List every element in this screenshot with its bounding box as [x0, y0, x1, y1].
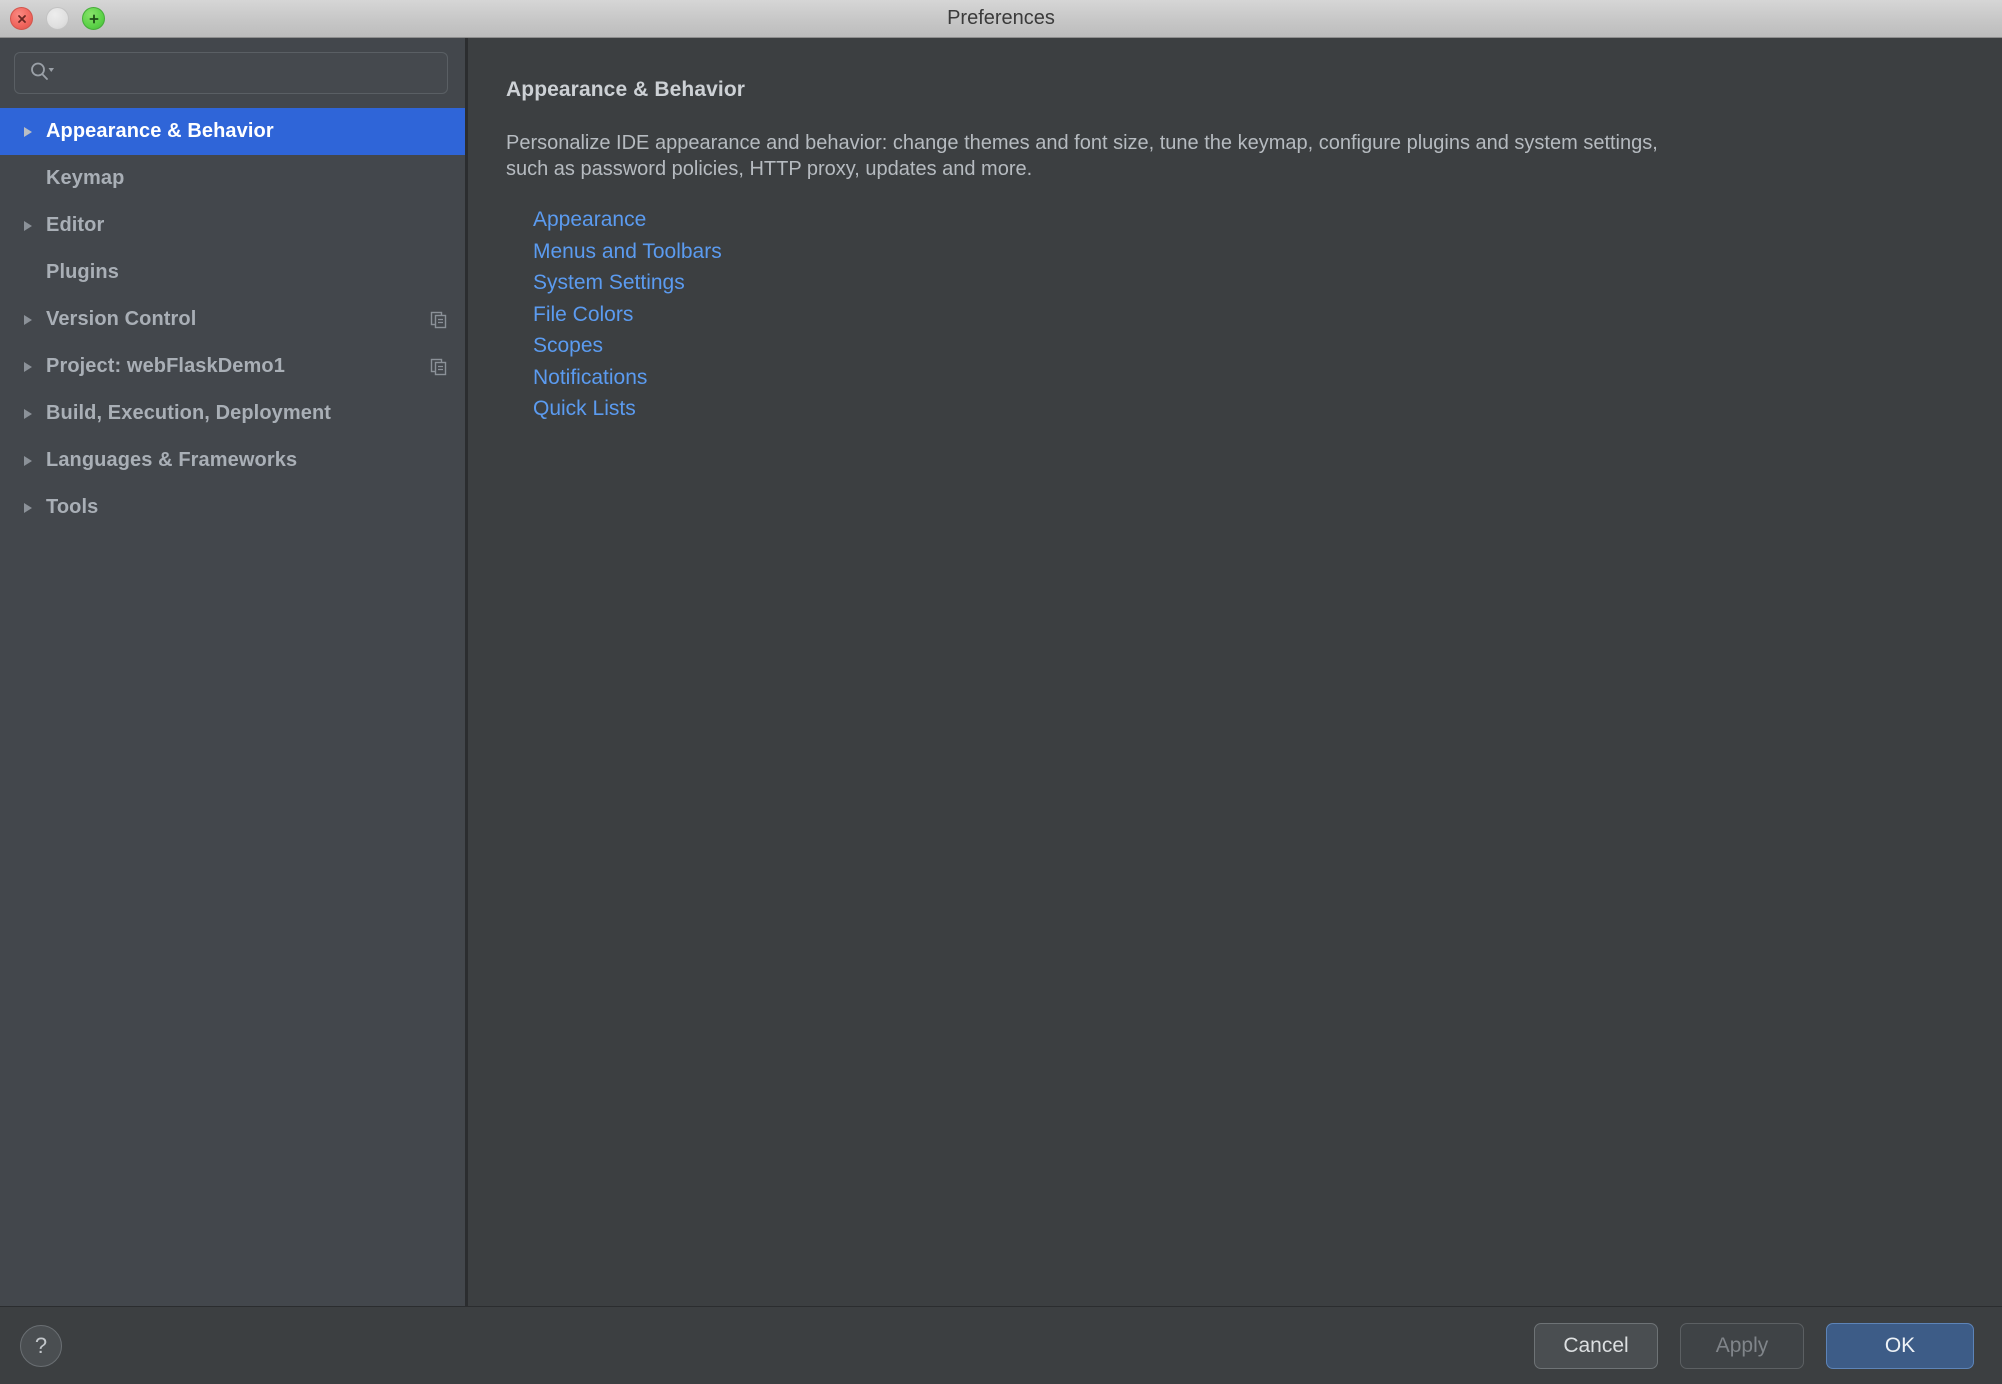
- help-button[interactable]: ?: [20, 1324, 62, 1367]
- sidebar-item-label: Project: webFlaskDemo1: [46, 355, 285, 377]
- preferences-window: Preferences Appearance & Behavior Keymap…: [0, 0, 2002, 1384]
- link-quick-lists[interactable]: Quick Lists: [533, 393, 636, 425]
- settings-tree: Appearance & Behavior Keymap Editor Plug…: [0, 106, 465, 1306]
- copy-icon[interactable]: [429, 310, 449, 330]
- ok-button[interactable]: OK: [1826, 1322, 1974, 1369]
- link-scopes[interactable]: Scopes: [533, 330, 603, 362]
- page-description: Personalize IDE appearance and behavior:…: [506, 132, 1658, 180]
- window-title: Preferences: [947, 7, 1055, 29]
- sidebar-item-build-execution-deployment[interactable]: Build, Execution, Deployment: [0, 390, 465, 437]
- sidebar-item-languages-and-frameworks[interactable]: Languages & Frameworks: [0, 437, 465, 484]
- sidebar-item-label: Appearance & Behavior: [46, 120, 274, 142]
- close-window-icon[interactable]: [10, 7, 33, 30]
- chevron-right-icon[interactable]: [14, 406, 46, 422]
- search-icon: [29, 61, 55, 86]
- cancel-button[interactable]: Cancel: [1534, 1322, 1658, 1369]
- chevron-right-icon[interactable]: [14, 218, 46, 234]
- sidebar-item-label: Keymap: [46, 167, 125, 189]
- sidebar-item-keymap[interactable]: Keymap: [0, 155, 465, 202]
- sidebar-item-appearance-and-behavior[interactable]: Appearance & Behavior: [0, 108, 465, 155]
- chevron-right-icon[interactable]: [14, 500, 46, 516]
- sidebar-item-tools[interactable]: Tools: [0, 484, 465, 531]
- search-input[interactable]: [63, 62, 437, 84]
- settings-sidebar: Appearance & Behavior Keymap Editor Plug…: [0, 38, 468, 1306]
- zoom-window-icon[interactable]: [82, 7, 105, 30]
- sidebar-item-version-control[interactable]: Version Control: [0, 296, 465, 343]
- chevron-right-icon[interactable]: [14, 312, 46, 328]
- search-box[interactable]: [14, 52, 448, 94]
- sidebar-item-label: Editor: [46, 214, 105, 236]
- link-appearance[interactable]: Appearance: [533, 204, 646, 236]
- copy-icon[interactable]: [429, 357, 449, 377]
- subsection-link-list: Appearance Menus and Toolbars System Set…: [506, 204, 1964, 425]
- search-area: [0, 38, 465, 106]
- window-controls: [0, 7, 105, 30]
- dialog-body: Appearance & Behavior Keymap Editor Plug…: [0, 38, 2002, 1306]
- chevron-right-icon[interactable]: [14, 453, 46, 469]
- sidebar-item-label: Version Control: [46, 308, 197, 330]
- titlebar: Preferences: [0, 0, 2002, 38]
- link-system-settings[interactable]: System Settings: [533, 267, 685, 299]
- link-menus-and-toolbars[interactable]: Menus and Toolbars: [533, 236, 722, 268]
- apply-button[interactable]: Apply: [1680, 1322, 1804, 1369]
- settings-content-pane: Appearance & Behavior Personalize IDE ap…: [468, 38, 2002, 1306]
- sidebar-item-project-webflaskdemo1[interactable]: Project: webFlaskDemo1: [0, 343, 465, 390]
- link-notifications[interactable]: Notifications: [533, 362, 647, 394]
- sidebar-item-editor[interactable]: Editor: [0, 202, 465, 249]
- sidebar-item-plugins[interactable]: Plugins: [0, 249, 465, 296]
- chevron-right-icon[interactable]: [14, 124, 46, 140]
- minimize-window-icon[interactable]: [46, 7, 69, 30]
- sidebar-item-label: Tools: [46, 496, 99, 518]
- link-file-colors[interactable]: File Colors: [533, 299, 633, 331]
- sidebar-item-label: Languages & Frameworks: [46, 449, 298, 471]
- dialog-footer: ? Cancel Apply OK: [0, 1306, 2002, 1384]
- sidebar-item-label: Plugins: [46, 261, 119, 283]
- page-title: Appearance & Behavior: [506, 78, 746, 101]
- chevron-right-icon[interactable]: [14, 359, 46, 375]
- sidebar-item-label: Build, Execution, Deployment: [46, 402, 332, 424]
